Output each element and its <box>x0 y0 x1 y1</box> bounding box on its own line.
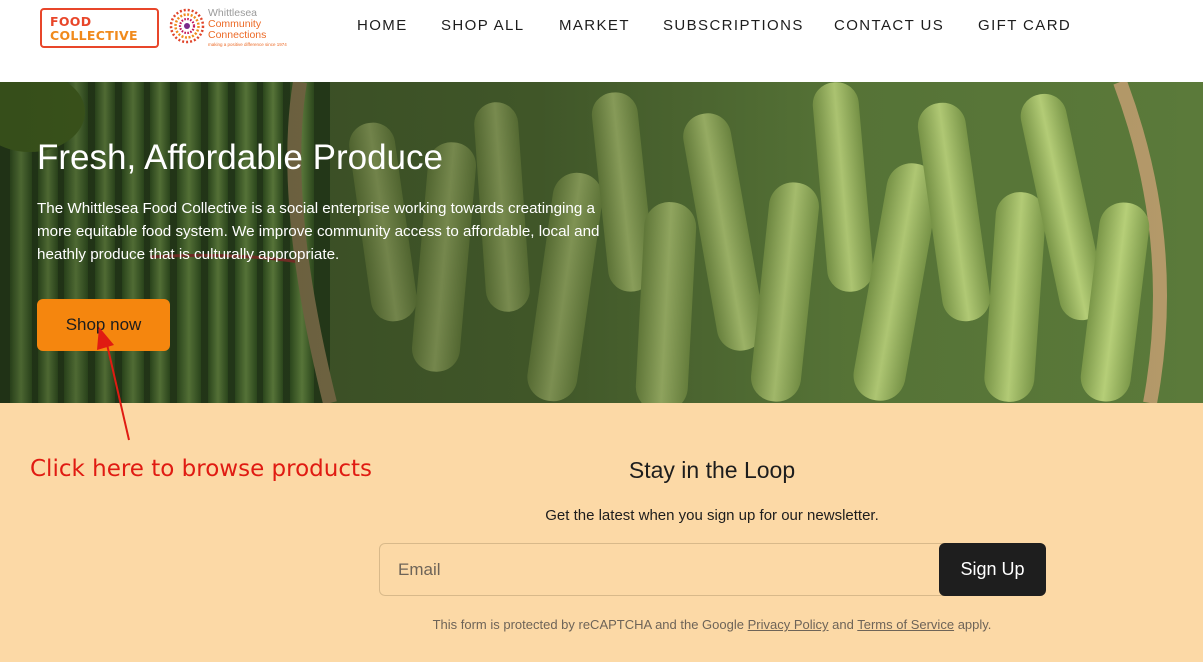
nav-gift-card[interactable]: GIFT CARD <box>978 17 1071 34</box>
newsletter-title: Stay in the Loop <box>628 457 796 483</box>
hero-title: Fresh, Affordable Produce <box>37 138 443 177</box>
site-header: FOOD COLLECTIVE Whittlesea Community Con… <box>0 0 1203 82</box>
terms-of-service-link[interactable]: Terms of Service <box>857 617 954 632</box>
recaptcha-prefix: This form is protected by reCAPTCHA and … <box>432 617 744 632</box>
logo-text-collective: COLLECTIVE <box>50 28 138 43</box>
nav-contact-us[interactable]: CONTACT US <box>834 17 944 34</box>
sign-up-button[interactable]: Sign Up <box>939 543 1046 596</box>
hero-banner: Fresh, Affordable Produce The Whittlesea… <box>0 82 1203 403</box>
email-input[interactable] <box>398 544 928 595</box>
hero-description: The Whittlesea Food Collective is a soci… <box>37 200 600 263</box>
shop-now-button[interactable]: Shop now <box>37 299 170 351</box>
food-collective-logo[interactable]: FOOD COLLECTIVE <box>40 8 159 48</box>
email-field-container <box>379 543 945 596</box>
recaptcha-notice: This form is protected by reCAPTCHA and … <box>0 617 1203 632</box>
partner-logo-tagline: making a positive difference since 1974 <box>208 42 287 47</box>
whittlesea-community-connections-logo[interactable]: Whittlesea Community Connections making … <box>169 7 287 51</box>
logo-text-food: FOOD <box>50 14 92 29</box>
partner-logo-emblem-icon <box>169 8 205 44</box>
nav-subscriptions[interactable]: SUBSCRIPTIONS <box>663 17 804 34</box>
privacy-policy-link[interactable]: Privacy Policy <box>748 617 829 632</box>
nav-shop-all[interactable]: SHOP ALL <box>441 17 524 34</box>
nav-home[interactable]: HOME <box>357 17 408 34</box>
nav-market[interactable]: MARKET <box>559 17 630 34</box>
recaptcha-and: and <box>832 617 854 632</box>
partner-logo-line3: Connections <box>208 29 267 41</box>
newsletter-subtitle: Get the latest when you sign up for our … <box>545 507 879 524</box>
recaptcha-suffix: apply. <box>957 617 992 632</box>
